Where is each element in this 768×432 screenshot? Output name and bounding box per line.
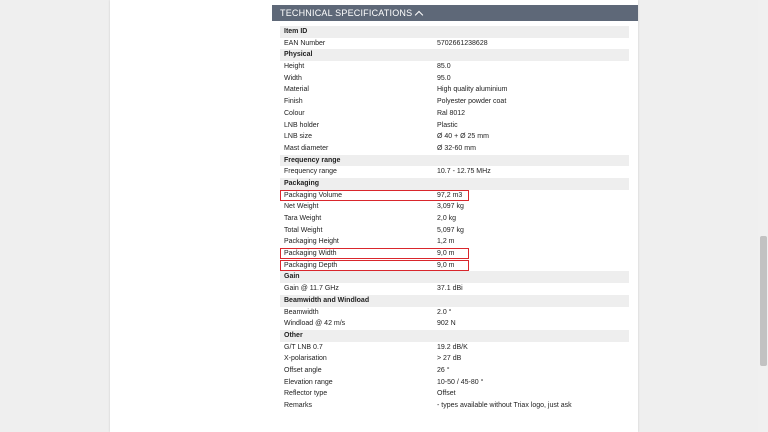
spec-value: High quality aluminium — [437, 86, 508, 94]
spec-key: Elevation range — [284, 378, 333, 386]
spec-key: EAN Number — [284, 39, 326, 47]
section-title: TECHNICAL SPECIFICATIONS — [280, 8, 413, 18]
spec-key: Beamwidth — [284, 308, 319, 316]
spec-value: 1,2 m — [437, 238, 455, 246]
highlight-box — [280, 189, 469, 201]
spec-row: Elevation range 10-50 / 45-80 ° — [280, 377, 629, 389]
spec-section-header: Gain — [280, 271, 629, 284]
spec-value: Plastic — [437, 121, 458, 129]
spec-value: 10-50 / 45-80 ° — [437, 378, 484, 386]
spec-value: Ø 40 + Ø 25 mm — [437, 133, 489, 141]
spec-section-header: Packaging — [280, 177, 629, 190]
spec-key: Total Weight — [284, 226, 323, 234]
spec-value: Polyester powder coat — [437, 98, 507, 106]
spec-key: Colour — [284, 109, 305, 117]
spec-section-header: Beamwidth and Windload — [280, 294, 629, 307]
spec-table: Item ID EAN Number 5702661238628 Physical He… — [280, 26, 629, 412]
spec-value: 3,097 kg — [437, 203, 464, 211]
spec-key: Net Weight — [284, 203, 319, 211]
spec-value: 5702661238628 — [437, 39, 488, 47]
scroll-thumb[interactable] — [760, 236, 767, 366]
spec-key: G/T LNB 0.7 — [284, 343, 323, 351]
spec-key: Packaging Height — [284, 238, 339, 246]
chevron-up-icon — [415, 10, 424, 19]
spec-key: LNB holder — [284, 121, 320, 129]
spec-row: Remarks - types available without Triax l… — [280, 400, 629, 412]
spec-row: Packaging Width 9,0 m — [280, 248, 629, 260]
spec-value: > 27 dB — [437, 355, 462, 363]
spec-value: - types available without Triax logo, ju… — [437, 402, 572, 409]
spec-value: 19.2 dB/K — [437, 343, 468, 351]
spec-value: 10.7 - 12.75 MHz — [437, 168, 491, 176]
spec-section-header: Other — [280, 329, 629, 342]
spec-key: LNB size — [284, 133, 313, 141]
spec-section-header: Frequency range — [280, 154, 629, 167]
spec-row: Windload @ 42 m/s 902 N — [280, 318, 629, 330]
spec-value: 26 ° — [437, 366, 450, 374]
spec-row: LNB holder Plastic — [280, 120, 629, 132]
spec-row: X-polarisation > 27 dB — [280, 353, 629, 365]
spec-key: X-polarisation — [284, 355, 327, 363]
spec-key: Reflector type — [284, 390, 328, 398]
spec-row: Reflector type Offset — [280, 388, 629, 400]
spec-value: 2,0 kg — [437, 215, 457, 222]
spec-value: Ø 32-60 mm — [437, 144, 476, 152]
spec-row: EAN Number 5702661238628 — [280, 38, 629, 50]
spec-value: 95.0 — [437, 74, 451, 82]
highlight-box — [280, 259, 469, 271]
spec-key: Remarks — [284, 402, 313, 409]
spec-key: Height — [284, 63, 305, 71]
spec-value: Ral 8012 — [437, 109, 466, 117]
spec-value: 85.0 — [437, 63, 451, 71]
spec-row: Packaging Volume 97,2 m3 — [280, 189, 629, 202]
spec-row: Tara Weight 2,0 kg — [280, 213, 629, 225]
highlight-box — [280, 248, 469, 260]
spec-row: G/T LNB 0.7 19.2 dB/K — [280, 342, 629, 354]
spec-value: Offset — [437, 390, 456, 398]
spec-row: Gain @ 11.7 GHz 37.1 dBi — [280, 283, 629, 295]
spec-key: Tara Weight — [284, 215, 322, 222]
spec-key: Width — [284, 74, 302, 82]
spec-row: Width 95.0 — [280, 73, 629, 85]
scrollbar[interactable] — [758, 0, 768, 432]
spec-row: LNB size Ø 40 + Ø 25 mm — [280, 131, 629, 143]
spec-row: Packaging Height 1,2 m — [280, 236, 629, 248]
spec-row: Offset angle 26 ° — [280, 365, 629, 377]
spec-row: Colour Ral 8012 — [280, 108, 629, 120]
spec-row: Height 85.0 — [280, 61, 629, 73]
spec-row: Total Weight 5,097 kg — [280, 225, 629, 237]
spec-key: Offset angle — [284, 366, 322, 374]
spec-key: Gain @ 11.7 GHz — [284, 285, 339, 293]
spec-section-header: Physical — [280, 49, 629, 62]
spec-value: 37.1 dBi — [437, 285, 463, 293]
spec-key: Finish — [284, 98, 303, 106]
spec-key: Windload @ 42 m/s — [284, 320, 346, 328]
spec-row: Beamwidth 2.0 ° — [280, 307, 629, 319]
spec-row: Mast diameter Ø 32-60 mm — [280, 143, 629, 155]
spec-value: 902 N — [437, 320, 456, 328]
technical-specifications-toggle[interactable]: TECHNICAL SPECIFICATIONS — [272, 5, 638, 21]
spec-value: 5,097 kg — [437, 226, 464, 234]
spec-row: Net Weight 3,097 kg — [280, 201, 629, 213]
spec-row: Material High quality aluminium — [280, 84, 629, 96]
spec-section-header: Item ID — [280, 26, 629, 38]
spec-key: Frequency range — [284, 168, 337, 176]
spec-row: Packaging Depth 9,0 m — [280, 259, 629, 272]
spec-value: 2.0 ° — [437, 308, 452, 316]
spec-row: Frequency range 10.7 - 12.75 MHz — [280, 166, 629, 178]
spec-row: Finish Polyester powder coat — [280, 96, 629, 108]
spec-key: Material — [284, 86, 309, 94]
spec-key: Mast diameter — [284, 144, 329, 152]
